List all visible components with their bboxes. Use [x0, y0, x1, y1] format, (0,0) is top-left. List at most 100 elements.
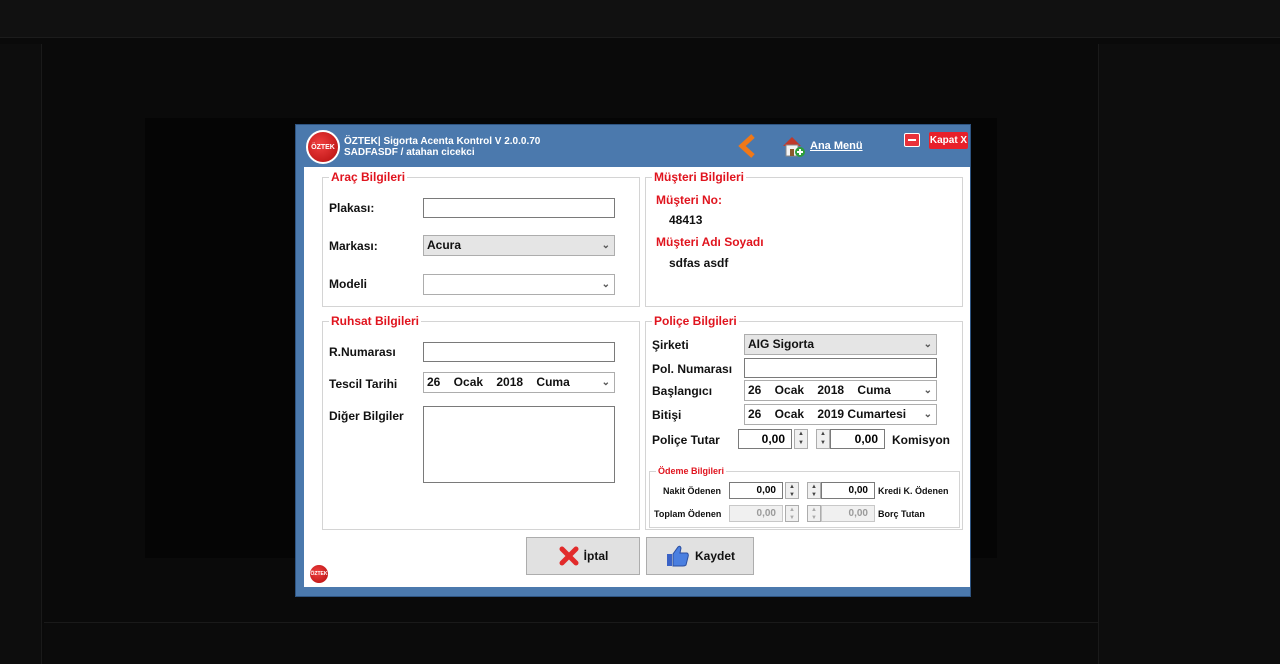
musteri-no-value: 48413: [669, 213, 703, 227]
bitis-date-picker[interactable]: 26 Ocak 2019 Cumartesi ⌄: [744, 404, 937, 425]
sirket-label: Şirketi: [652, 338, 689, 352]
sirket-value: AIG Sigorta: [748, 337, 815, 351]
spin-down-icon[interactable]: ▼: [786, 491, 798, 499]
save-label: Kaydet: [694, 549, 735, 563]
chevron-down-icon: ⌄: [601, 279, 610, 290]
save-button[interactable]: Kaydet: [646, 537, 754, 575]
spin-up-icon: ▲: [789, 507, 795, 513]
ide-toolbar: [0, 0, 1280, 38]
window-title: ÖZTEK| Sigorta Acenta Kontrol V 2.0.0.70…: [344, 136, 540, 158]
komisyon-spinner[interactable]: ▲ ▼: [816, 429, 830, 449]
thumbs-up-icon: [666, 545, 689, 567]
arac-group: Araç Bilgileri Plakası: Markası: Acura ⌄…: [322, 170, 640, 307]
chevron-down-icon: ⌄: [601, 377, 610, 388]
diger-textarea[interactable]: [423, 406, 615, 483]
logo-text: ÖZTEK: [311, 143, 335, 151]
spin-up-icon[interactable]: ▲: [817, 430, 829, 439]
odeme-title: Ödeme Bilgileri: [656, 466, 727, 476]
baslangic-date-picker[interactable]: 26 Ocak 2018 Cuma ⌄: [744, 380, 937, 401]
marka-value: Acura: [427, 238, 462, 252]
ruhsat-numara-label: R.Numarası: [329, 345, 396, 359]
ruhsat-title: Ruhsat Bilgileri: [329, 314, 422, 328]
bitis-value: 26 Ocak 2019 Cumartesi: [748, 407, 907, 421]
close-button[interactable]: Kapat X: [929, 132, 968, 149]
kredi-label: Kredi K. Ödenen: [878, 486, 949, 496]
kredi-input[interactable]: 0,00: [821, 482, 875, 499]
home-icon: [783, 137, 805, 157]
nakit-label: Nakit Ödenen: [663, 486, 722, 496]
diger-label: Diğer Bilgiler: [329, 409, 404, 423]
tescil-date-picker[interactable]: 26 Ocak 2018 Cuma ⌄: [423, 372, 615, 393]
cancel-label: İptal: [583, 549, 609, 563]
borc-input: 0,00: [821, 505, 875, 522]
title-line-1: ÖZTEK| Sigorta Acenta Kontrol V 2.0.0.70: [344, 136, 541, 147]
title-line-2: SADFASDF / atahan cicekci: [344, 147, 475, 158]
spin-up-icon: ▲: [811, 507, 817, 513]
police-numara-label: Pol. Numarası: [652, 362, 733, 376]
musteri-title: Müşteri Bilgileri: [652, 170, 747, 184]
police-numara-input[interactable]: [744, 358, 937, 378]
ide-properties-panel: [1098, 44, 1280, 664]
spin-up-icon[interactable]: ▲: [786, 483, 798, 491]
chevron-down-icon: ⌄: [601, 240, 610, 251]
plaka-input[interactable]: [423, 198, 615, 218]
sirket-select[interactable]: AIG Sigorta ⌄: [744, 334, 937, 355]
bitis-label: Bitişi: [652, 408, 682, 422]
home-button[interactable]: Ana Menü: [780, 133, 863, 159]
footer-logo: ÖZTEK: [308, 563, 330, 585]
spin-up-icon[interactable]: ▲: [795, 430, 807, 439]
baslangic-label: Başlangıcı: [652, 384, 713, 398]
arac-title: Araç Bilgileri: [329, 170, 408, 184]
model-select[interactable]: ⌄: [423, 274, 615, 295]
model-label: Modeli: [329, 277, 367, 291]
ide-toolbox: [0, 44, 42, 664]
komisyon-input[interactable]: 0,00: [830, 429, 885, 449]
back-arrow-icon[interactable]: [736, 133, 758, 159]
police-dialog: ÖZTEK ÖZTEK| Sigorta Acenta Kontrol V 2.…: [295, 124, 971, 597]
musteri-group: Müşteri Bilgileri Müşteri No: 48413 Müşt…: [645, 170, 963, 307]
plaka-label: Plakası:: [329, 201, 375, 215]
red-x-icon: [559, 546, 579, 566]
title-bar: ÖZTEK ÖZTEK| Sigorta Acenta Kontrol V 2.…: [296, 125, 970, 167]
police-tutar-input[interactable]: 0,00: [738, 429, 792, 449]
oztek-logo: ÖZTEK: [306, 130, 340, 164]
chevron-down-icon: ⌄: [923, 409, 932, 420]
marka-label: Markası:: [329, 239, 378, 253]
tescil-label: Tescil Tarihi: [329, 377, 398, 391]
kredi-spinner[interactable]: ▲ ▼: [807, 482, 821, 499]
spin-down-icon: ▼: [811, 514, 817, 521]
toplam-spinner: ▲ ▼: [785, 505, 799, 522]
odeme-group: Ödeme Bilgileri Nakit Ödenen 0,00 ▲ ▼ ▲ ▼ …: [649, 466, 960, 528]
toplam-label: Toplam Ödenen: [654, 509, 722, 519]
cancel-button[interactable]: İptal: [526, 537, 640, 575]
spin-down-icon[interactable]: ▼: [817, 439, 829, 448]
police-group: Poliçe Bilgileri Şirketi AIG Sigorta ⌄ P…: [645, 314, 963, 530]
spin-down-icon[interactable]: ▼: [795, 439, 807, 448]
spin-down-icon[interactable]: ▼: [808, 491, 820, 499]
komisyon-label: Komisyon: [892, 433, 951, 447]
borc-label: Borç Tutan: [878, 509, 925, 519]
musteri-no-label: Müşteri No:: [656, 193, 722, 207]
ide-bottom-panel: [44, 622, 1098, 664]
musteri-ad-label: Müşteri Adı Soyadı: [656, 235, 764, 249]
spin-up-icon[interactable]: ▲: [808, 483, 820, 491]
police-tutar-label: Poliçe Tutar: [652, 433, 720, 447]
chevron-down-icon: ⌄: [923, 339, 932, 350]
musteri-ad-value: sdfas asdf: [669, 256, 729, 270]
ruhsat-numara-input[interactable]: [423, 342, 615, 362]
minimize-button[interactable]: [904, 133, 920, 147]
nakit-spinner[interactable]: ▲ ▼: [785, 482, 799, 499]
toplam-input: 0,00: [729, 505, 783, 522]
baslangic-value: 26 Ocak 2018 Cuma: [748, 383, 891, 397]
marka-select[interactable]: Acura ⌄: [423, 235, 615, 256]
borc-spinner: ▲ ▼: [807, 505, 821, 522]
police-tutar-spinner[interactable]: ▲ ▼: [794, 429, 808, 449]
home-label: Ana Menü: [810, 140, 863, 152]
form-content: Araç Bilgileri Plakası: Markası: Acura ⌄…: [304, 167, 970, 587]
chevron-down-icon: ⌄: [923, 385, 932, 396]
spin-down-icon: ▼: [789, 514, 795, 521]
footer-logo-text: ÖZTEK: [310, 571, 328, 577]
police-title: Poliçe Bilgileri: [652, 314, 739, 328]
ruhsat-group: Ruhsat Bilgileri R.Numarası Tescil Tarih…: [322, 314, 640, 530]
nakit-input[interactable]: 0,00: [729, 482, 783, 499]
